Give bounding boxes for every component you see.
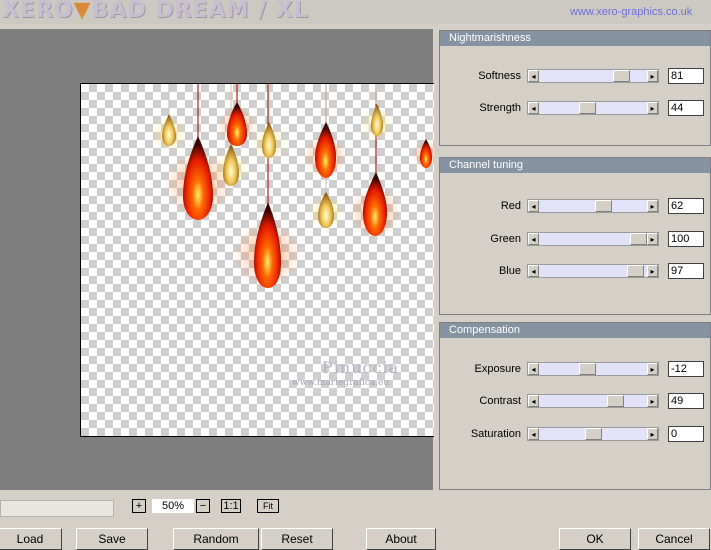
zoom-1to1-button[interactable]: 1:1	[221, 499, 241, 513]
slider-label: Red	[500, 200, 521, 212]
panel-title: Channel tuning	[440, 158, 710, 173]
slider-thumb[interactable]	[595, 200, 613, 212]
slider-row-strength: Strength ◂ ▸ 44	[440, 100, 710, 117]
watermark-name: Pinuccia	[322, 358, 400, 377]
slider-track[interactable]: ◂ ▸	[527, 101, 659, 115]
slider-row-saturation: Saturation ◂ ▸ 0	[440, 426, 710, 443]
arrow-right-icon[interactable]: ▸	[647, 70, 658, 82]
zoom-in-button[interactable]: +	[132, 499, 146, 513]
slider-label: Strength	[479, 102, 521, 114]
plugin-logo: XERO▼BAD DREAM / XL	[2, 0, 309, 23]
arrow-right-icon[interactable]: ▸	[647, 395, 658, 407]
slider-label: Exposure	[474, 363, 521, 375]
zoom-fit-button[interactable]: Fit	[257, 499, 279, 513]
slider-thumb[interactable]	[606, 395, 624, 407]
slider-value-field[interactable]: 81	[668, 68, 704, 84]
panel-title: Nightmarishness	[440, 31, 710, 46]
arrow-left-icon[interactable]: ◂	[528, 395, 539, 407]
arrow-right-icon[interactable]: ▸	[647, 428, 658, 440]
logo-triangle-icon: ▼	[73, 0, 92, 23]
arrow-left-icon[interactable]: ◂	[528, 428, 539, 440]
logo-text-left: XERO	[2, 0, 74, 23]
panel-compensation: Compensation Exposure ◂ ▸ -12 Contrast ◂…	[439, 322, 711, 490]
slider-value-field[interactable]: 0	[668, 426, 704, 442]
slider-track[interactable]: ◂ ▸	[527, 69, 659, 83]
arrow-left-icon[interactable]: ◂	[528, 265, 539, 277]
slider-thumb[interactable]	[630, 233, 647, 245]
slider-row-blue: Blue ◂ ▸ 97	[440, 263, 710, 280]
slider-label: Saturation	[470, 428, 521, 440]
slider-value-field[interactable]: 49	[668, 393, 704, 409]
arrow-right-icon[interactable]: ▸	[647, 233, 658, 245]
slider-label: Blue	[498, 265, 521, 277]
slider-label: Contrast	[479, 395, 521, 407]
save-button[interactable]: Save	[76, 528, 148, 550]
slider-thumb[interactable]	[627, 265, 645, 277]
zoom-level: 50%	[152, 499, 194, 513]
slider-value-field[interactable]: 97	[668, 263, 704, 279]
arrow-left-icon[interactable]: ◂	[528, 233, 539, 245]
arrow-left-icon[interactable]: ◂	[528, 70, 539, 82]
panel-nightmarishness: Nightmarishness Softness ◂ ▸ 81 Strength…	[439, 30, 711, 146]
slider-thumb[interactable]	[579, 363, 597, 375]
slider-track[interactable]: ◂ ▸	[527, 427, 659, 441]
slider-track[interactable]: ◂ ▸	[527, 232, 659, 246]
slider-track[interactable]: ◂ ▸	[527, 394, 659, 408]
cancel-button[interactable]: Cancel	[638, 528, 710, 550]
slider-track[interactable]: ◂ ▸	[527, 362, 659, 376]
watermark-url: www.mariegrafica.eu	[292, 378, 390, 388]
load-button[interactable]: Load	[0, 528, 62, 550]
arrow-right-icon[interactable]: ▸	[647, 363, 658, 375]
arrow-right-icon[interactable]: ▸	[647, 265, 658, 277]
random-button[interactable]: Random	[173, 528, 259, 550]
slider-track[interactable]: ◂ ▸	[527, 199, 659, 213]
slider-label: Softness	[478, 70, 521, 82]
slider-row-green: Green ◂ ▸ 100	[440, 231, 710, 248]
slider-row-softness: Softness ◂ ▸ 81	[440, 68, 710, 85]
arrow-left-icon[interactable]: ◂	[528, 363, 539, 375]
slider-row-red: Red ◂ ▸ 62	[440, 198, 710, 215]
slider-thumb[interactable]	[584, 428, 602, 440]
slider-value-field[interactable]: -12	[668, 361, 704, 377]
slider-thumb[interactable]	[579, 102, 597, 114]
arrow-left-icon[interactable]: ◂	[528, 102, 539, 114]
status-bar	[0, 500, 114, 517]
slider-track[interactable]: ◂ ▸	[527, 264, 659, 278]
slider-row-exposure: Exposure ◂ ▸ -12	[440, 361, 710, 378]
slider-row-contrast: Contrast ◂ ▸ 49	[440, 393, 710, 410]
ok-button[interactable]: OK	[559, 528, 631, 550]
slider-value-field[interactable]: 100	[668, 231, 704, 247]
arrow-right-icon[interactable]: ▸	[647, 102, 658, 114]
reset-button[interactable]: Reset	[261, 528, 333, 550]
arrow-left-icon[interactable]: ◂	[528, 200, 539, 212]
slider-value-field[interactable]: 62	[668, 198, 704, 214]
slider-value-field[interactable]: 44	[668, 100, 704, 116]
slider-label: Green	[490, 233, 521, 245]
panel-channel-tuning: Channel tuning Red ◂ ▸ 62 Green ◂ ▸ 100 …	[439, 157, 711, 315]
arrow-right-icon[interactable]: ▸	[647, 200, 658, 212]
logo-text-right: BAD DREAM / XL	[91, 0, 309, 23]
zoom-out-button[interactable]: −	[196, 499, 210, 513]
panel-title: Compensation	[440, 323, 710, 338]
slider-thumb[interactable]	[612, 70, 630, 82]
about-button[interactable]: About	[366, 528, 436, 550]
website-link[interactable]: www.xero-graphics.co.uk	[570, 6, 692, 18]
